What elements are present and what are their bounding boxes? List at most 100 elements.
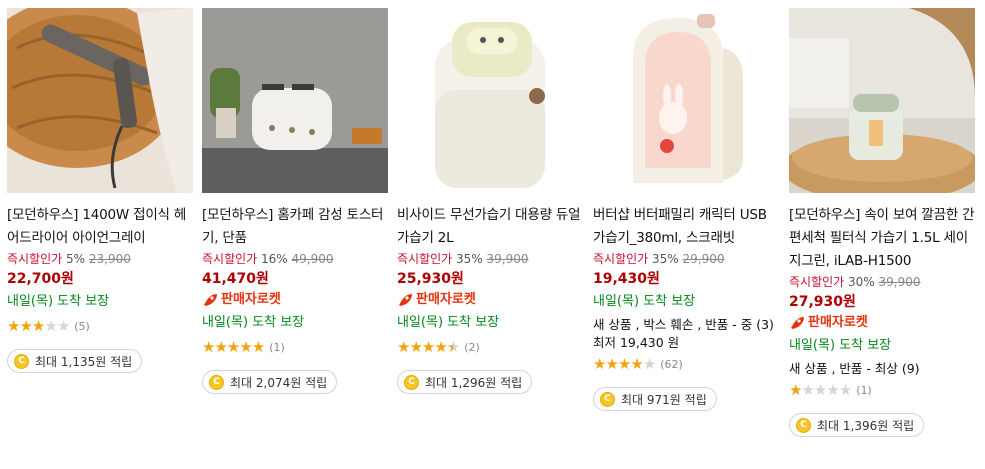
product-card[interactable]: 버터샵 버터패밀리 캐릭터 USB 가습기_380ml, 스크래빗 즉시할인가 … xyxy=(593,8,779,411)
points-badge: C 최대 1,135원 적립 xyxy=(7,349,143,373)
product-title[interactable]: 버터샵 버터패밀리 캐릭터 USB 가습기_380ml, 스크래빗 xyxy=(593,204,779,250)
star-icon: ★ xyxy=(44,317,57,335)
review-count[interactable]: (5) xyxy=(74,320,90,333)
star-icon: ★ xyxy=(202,338,215,356)
sale-price: 41,470원 xyxy=(202,269,388,289)
star-icon: ★ xyxy=(605,355,618,373)
product-title[interactable]: [모던하우스] 홈카페 감성 토스터기, 단품 xyxy=(202,204,388,250)
rocket-icon xyxy=(791,317,804,329)
discount-line: 즉시할인가 30% 39,900 xyxy=(789,274,975,291)
seller-rocket-badge: 판매자로켓 xyxy=(397,290,583,310)
product-image[interactable] xyxy=(7,8,193,193)
coin-icon: C xyxy=(14,353,29,369)
points-text: 최대 1,396원 적립 xyxy=(817,418,915,433)
coin-icon: C xyxy=(600,391,615,407)
product-image[interactable] xyxy=(397,8,583,193)
discount-rate: 35% xyxy=(456,252,483,266)
sale-price: 25,930원 xyxy=(397,269,583,289)
delivery-guarantee: 내일(목) 도착 보장 xyxy=(202,315,305,330)
original-price: 29,900 xyxy=(682,252,725,266)
instant-discount-label: 즉시할인가 xyxy=(397,252,453,266)
star-icon: ★ xyxy=(617,355,631,373)
star-icon: ★ xyxy=(19,317,32,335)
seller-rocket-badge: 판매자로켓 xyxy=(789,313,975,333)
star-icon: ★ xyxy=(7,317,20,335)
rocket-icon xyxy=(399,294,412,306)
product-image[interactable] xyxy=(593,8,779,193)
review-count[interactable]: (1) xyxy=(856,384,872,397)
product-title[interactable]: 비사이드 무선가습기 대용량 듀얼 가습기 2L xyxy=(397,204,583,250)
sale-price-value: 22,700 xyxy=(7,271,62,287)
star-icon: ★ xyxy=(397,338,410,356)
product-card[interactable]: [모던하우스] 속이 보여 깔끔한 간편세척 필터식 가습기 1.5L 세이지그… xyxy=(789,8,975,437)
points-text: 최대 971원 적립 xyxy=(621,392,707,407)
points-text: 최대 1,296원 적립 xyxy=(425,375,523,390)
currency-unit: 원 xyxy=(451,271,464,287)
instant-discount-label: 즉시할인가 xyxy=(202,252,258,266)
original-price: 23,900 xyxy=(88,252,131,266)
rating-row: ★★★★★ (2) xyxy=(397,337,583,357)
product-image[interactable] xyxy=(789,8,975,193)
star-icon: ★ xyxy=(409,338,422,356)
points-text: 최대 2,074원 적립 xyxy=(230,375,328,390)
discount-rate: 35% xyxy=(652,252,679,266)
star-rating: ★★★★★ xyxy=(202,338,265,356)
review-count[interactable]: (1) xyxy=(269,341,285,354)
coin-icon: C xyxy=(796,417,811,433)
delivery-guarantee: 내일(목) 도착 보장 xyxy=(397,315,500,330)
rocket-icon xyxy=(204,294,217,306)
coin-icon: C xyxy=(404,374,419,390)
star-rating: ★★★★★ xyxy=(593,355,656,373)
discount-line: 즉시할인가 16% 49,900 xyxy=(202,251,388,268)
star-icon: ★ xyxy=(251,338,265,356)
product-title[interactable]: [모던하우스] 1400W 접이식 헤어드라이어 아이언그레이 xyxy=(7,204,193,250)
star-icon: ★ xyxy=(239,338,252,356)
discount-line: 즉시할인가 5% 23,900 xyxy=(7,251,193,268)
delivery-guarantee: 내일(목) 도착 보장 xyxy=(7,294,110,309)
points-badge: C 최대 971원 적립 xyxy=(593,387,717,411)
star-icon: ★ xyxy=(630,355,643,373)
delivery-guarantee: 내일(목) 도착 보장 xyxy=(789,338,892,353)
star-icon: ★ xyxy=(56,317,70,335)
original-price: 49,900 xyxy=(291,252,334,266)
instant-discount-label: 즉시할인가 xyxy=(789,275,845,289)
star-icon: ★ xyxy=(826,381,839,399)
seller-rocket-label: 판매자로켓 xyxy=(416,292,476,307)
currency-unit: 원 xyxy=(647,271,660,287)
rating-row: ★★★★★ (1) xyxy=(202,337,388,357)
discount-rate: 16% xyxy=(261,252,288,266)
star-icon: ★ xyxy=(838,381,852,399)
star-icon: ★ xyxy=(642,355,656,373)
points-badge: C 최대 2,074원 적립 xyxy=(202,370,338,394)
sale-price: 22,700원 xyxy=(7,269,193,289)
star-icon: ★ xyxy=(214,338,227,356)
star-icon: ★ xyxy=(31,317,45,335)
seller-rocket-badge: 판매자로켓 xyxy=(202,290,388,310)
sale-price-value: 25,930 xyxy=(397,271,452,287)
sale-price-value: 27,930 xyxy=(789,294,844,310)
star-rating: ★★★★★ xyxy=(397,338,460,356)
star-icon: ★ xyxy=(813,381,827,399)
star-icon: ★ xyxy=(226,338,240,356)
other-offers[interactable]: 새 상품 , 반품 - 최상 (9) xyxy=(789,360,975,378)
points-text: 최대 1,135원 적립 xyxy=(35,354,133,369)
product-image[interactable] xyxy=(202,8,388,193)
star-icon: ★ xyxy=(421,338,435,356)
review-count[interactable]: (2) xyxy=(464,341,480,354)
instant-discount-label: 즉시할인가 xyxy=(593,252,649,266)
product-card[interactable]: [모던하우스] 홈카페 감성 토스터기, 단품 즉시할인가 16% 49,900… xyxy=(202,8,388,394)
product-title[interactable]: [모던하우스] 속이 보여 깔끔한 간편세척 필터식 가습기 1.5L 세이지그… xyxy=(789,204,975,273)
star-icon: ★ xyxy=(593,355,606,373)
rating-row: ★★★★★ (62) xyxy=(593,354,779,374)
coin-icon: C xyxy=(209,374,224,390)
other-offers[interactable]: 새 상품 , 박스 훼손 , 반품 - 중 (3) 최저 19,430 원 xyxy=(593,316,779,352)
sale-price: 27,930원 xyxy=(789,292,975,312)
original-price: 39,900 xyxy=(878,275,921,289)
points-badge: C 최대 1,396원 적립 xyxy=(789,413,925,437)
product-card[interactable]: [모던하우스] 1400W 접이식 헤어드라이어 아이언그레이 즉시할인가 5%… xyxy=(7,8,193,373)
star-icon: ★ xyxy=(446,338,460,356)
seller-rocket-label: 판매자로켓 xyxy=(221,292,281,307)
review-count[interactable]: (62) xyxy=(660,358,683,371)
original-price: 39,900 xyxy=(486,252,529,266)
product-card[interactable]: 비사이드 무선가습기 대용량 듀얼 가습기 2L 즉시할인가 35% 39,90… xyxy=(397,8,583,394)
